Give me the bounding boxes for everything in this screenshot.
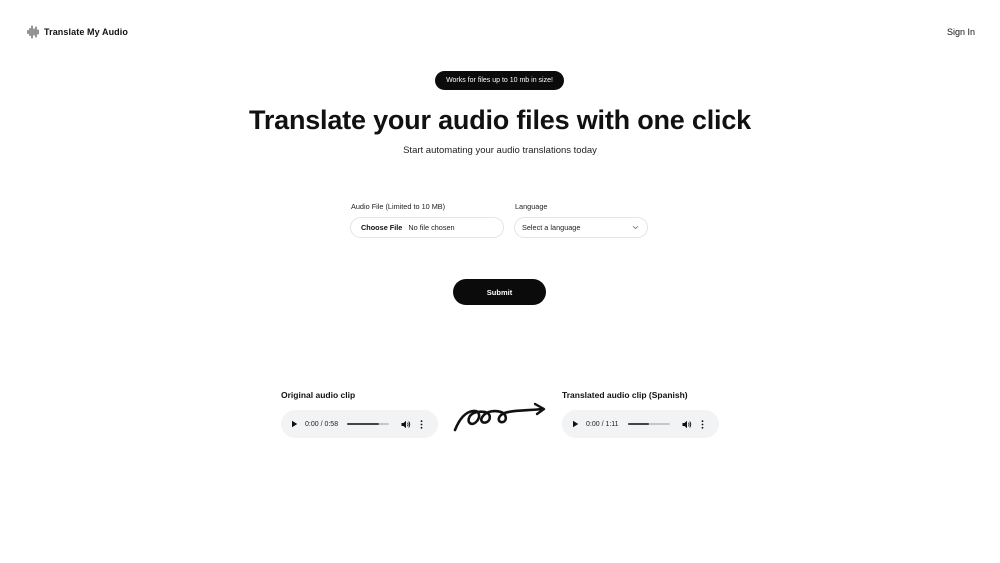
more-options-icon[interactable]: [701, 419, 704, 429]
page-subtitle: Start automating your audio translations…: [403, 145, 597, 156]
submit-button[interactable]: Submit: [453, 279, 546, 305]
sign-in-link[interactable]: Sign In: [947, 27, 975, 37]
language-select-value: Select a language: [522, 223, 581, 232]
header: Translate My Audio Sign In: [0, 0, 1000, 64]
language-select[interactable]: Select a language: [514, 217, 648, 238]
translated-progress-fill: [628, 423, 649, 425]
original-clip-label: Original audio clip: [281, 390, 356, 400]
translated-progress-slider[interactable]: [628, 423, 670, 425]
original-progress-slider[interactable]: [347, 423, 389, 425]
audio-file-label: Audio File (Limited to 10 MB): [351, 202, 446, 211]
logo-text: Translate My Audio: [44, 27, 128, 37]
page-title: Translate your audio files with one clic…: [249, 105, 751, 135]
volume-icon[interactable]: [682, 420, 692, 429]
arrow-squiggle-icon: [453, 402, 546, 432]
translated-time-display: 0:00 / 1:11: [586, 420, 619, 428]
audio-wave-icon: [27, 25, 39, 39]
logo[interactable]: Translate My Audio: [27, 25, 128, 39]
choose-file-button[interactable]: Choose File: [361, 223, 402, 232]
original-progress-fill: [347, 423, 379, 425]
chevron-down-icon: [632, 225, 639, 230]
audio-file-input[interactable]: Choose File No file chosen: [350, 217, 504, 238]
language-label: Language: [515, 202, 548, 211]
file-size-badge: Works for files up to 10 mb in size!: [435, 71, 564, 90]
translated-clip-label: Translated audio clip (Spanish): [562, 390, 688, 400]
original-time-display: 0:00 / 0:58: [305, 420, 339, 428]
original-audio-player[interactable]: 0:00 / 0:58: [281, 410, 438, 438]
play-icon[interactable]: [572, 420, 579, 428]
volume-icon[interactable]: [401, 420, 411, 429]
file-status-text: No file chosen: [408, 223, 455, 232]
more-options-icon[interactable]: [420, 419, 423, 429]
translated-audio-player[interactable]: 0:00 / 1:11: [562, 410, 719, 438]
play-icon[interactable]: [291, 420, 298, 428]
